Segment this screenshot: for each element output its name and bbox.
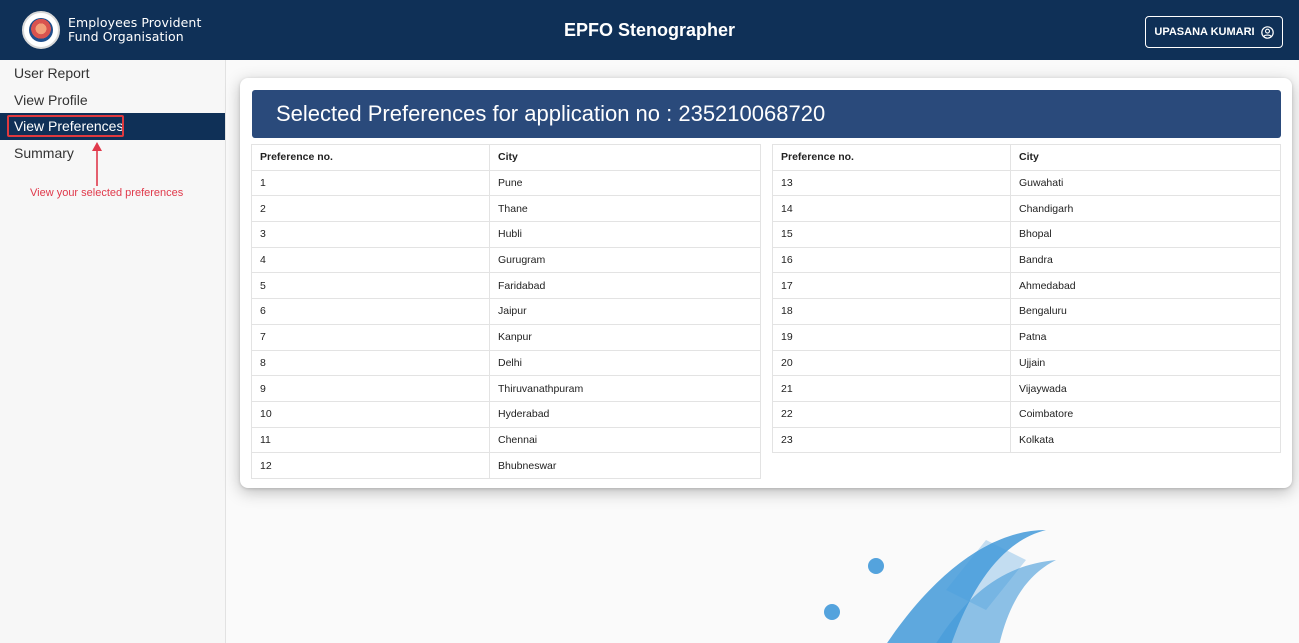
city-cell: Bhubneswar <box>489 452 761 479</box>
table-row: 1 Pune <box>251 169 761 197</box>
preference-no-cell: 13 <box>772 169 1011 197</box>
table-row: 8 Delhi <box>251 349 761 377</box>
city-cell: Hubli <box>489 221 761 248</box>
city-cell: Chandigarh <box>1010 195 1281 223</box>
preference-no-cell: 1 <box>251 169 490 197</box>
arrow-up-icon <box>92 142 102 186</box>
preference-no-cell: 8 <box>251 349 490 377</box>
org-name-line1: Employees Provident <box>68 15 202 30</box>
sidebar-item-view-profile[interactable]: View Profile <box>0 87 225 114</box>
table-row: 16 Bandra <box>772 246 1281 274</box>
table-row: 20 Ujjain <box>772 349 1281 377</box>
column-header-city: City <box>1010 144 1281 171</box>
preference-no-cell: 23 <box>772 426 1011 454</box>
city-cell: Thane <box>489 195 761 223</box>
table-row: 6 Jaipur <box>251 298 761 325</box>
city-cell: Guwahati <box>1010 169 1281 197</box>
table-row: 22 Coimbatore <box>772 400 1281 428</box>
city-cell: Jaipur <box>489 298 761 325</box>
preference-no-cell: 15 <box>772 221 1011 248</box>
column-header-preference-no: Preference no. <box>251 144 490 171</box>
preferences-table-right: Preference no. City 13 Guwahati 14 Chandig… <box>772 144 1281 454</box>
table-header-row: Preference no. City <box>772 144 1281 171</box>
org-name: Employees Provident Fund Organisation <box>68 16 201 44</box>
epfo-logo[interactable] <box>22 11 60 49</box>
preference-no-cell: 9 <box>251 375 490 402</box>
city-cell: Kolkata <box>1010 426 1281 454</box>
table-row: 14 Chandigarh <box>772 195 1281 223</box>
table-row: 9 Thiruvanathpuram <box>251 375 761 402</box>
preference-no-cell: 16 <box>772 246 1011 274</box>
preference-no-cell: 12 <box>251 452 490 479</box>
column-header-preference-no: Preference no. <box>772 144 1011 171</box>
city-cell: Delhi <box>489 349 761 377</box>
preference-no-cell: 3 <box>251 221 490 248</box>
preference-no-cell: 7 <box>251 323 490 351</box>
highlight-box <box>7 115 124 137</box>
preferences-card: Selected Preferences for application no … <box>240 78 1292 488</box>
main-content: Selected Preferences for application no … <box>226 60 1299 643</box>
table-row: 10 Hyderabad <box>251 400 761 428</box>
sidebar-item-summary[interactable]: Summary <box>0 140 225 167</box>
city-cell: Bandra <box>1010 246 1281 274</box>
table-header-row: Preference no. City <box>251 144 761 171</box>
sidebar-item-view-preferences[interactable]: View Preferences <box>0 113 225 140</box>
table-row: 5 Faridabad <box>251 272 761 300</box>
top-bar: Employees Provident Fund Organisation EP… <box>0 0 1299 60</box>
logo-emblem-icon <box>29 18 53 42</box>
table-row: 19 Patna <box>772 323 1281 351</box>
preference-no-cell: 2 <box>251 195 490 223</box>
city-cell: Vijaywada <box>1010 375 1281 402</box>
city-cell: Faridabad <box>489 272 761 300</box>
user-account-button[interactable]: UPASANA KUMARI <box>1145 16 1283 48</box>
table-row: 21 Vijaywada <box>772 375 1281 402</box>
user-circle-icon <box>1260 25 1274 39</box>
preference-no-cell: 18 <box>772 298 1011 325</box>
table-row: 23 Kolkata <box>772 426 1281 454</box>
table-row: 11 Chennai <box>251 426 761 454</box>
city-cell: Ahmedabad <box>1010 272 1281 300</box>
table-row: 18 Bengaluru <box>772 298 1281 325</box>
city-cell: Hyderabad <box>489 400 761 428</box>
preference-no-cell: 10 <box>251 400 490 428</box>
table-row: 2 Thane <box>251 195 761 223</box>
user-name-label: UPASANA KUMARI <box>1154 26 1255 38</box>
org-name-line2: Fund Organisation <box>68 29 184 44</box>
city-cell: Coimbatore <box>1010 400 1281 428</box>
preferences-table-left: Preference no. City 1 Pune 2 Thane 3 Hubli … <box>251 144 761 479</box>
column-header-city: City <box>489 144 761 171</box>
city-cell: Ujjain <box>1010 349 1281 377</box>
preference-no-cell: 14 <box>772 195 1011 223</box>
sidebar-item-user-report[interactable]: User Report <box>0 60 225 87</box>
table-row: 12 Bhubneswar <box>251 452 761 479</box>
preferences-heading: Selected Preferences for application no … <box>252 90 1281 138</box>
city-cell: Patna <box>1010 323 1281 351</box>
preference-no-cell: 20 <box>772 349 1011 377</box>
preference-no-cell: 6 <box>251 298 490 325</box>
city-cell: Bhopal <box>1010 221 1281 248</box>
city-cell: Bengaluru <box>1010 298 1281 325</box>
table-row: 3 Hubli <box>251 221 761 248</box>
preference-no-cell: 4 <box>251 246 490 274</box>
table-row: 17 Ahmedabad <box>772 272 1281 300</box>
city-cell: Pune <box>489 169 761 197</box>
table-row: 4 Gurugram <box>251 246 761 274</box>
table-row: 13 Guwahati <box>772 169 1281 197</box>
city-cell: Chennai <box>489 426 761 454</box>
preference-no-cell: 5 <box>251 272 490 300</box>
preference-no-cell: 11 <box>251 426 490 454</box>
preference-no-cell: 17 <box>772 272 1011 300</box>
annotation-hint: View your selected preferences <box>30 187 184 199</box>
preference-no-cell: 19 <box>772 323 1011 351</box>
preference-no-cell: 22 <box>772 400 1011 428</box>
sidebar: User Report View Profile View Preference… <box>0 60 226 643</box>
table-row: 7 Kanpur <box>251 323 761 351</box>
city-cell: Gurugram <box>489 246 761 274</box>
preference-no-cell: 21 <box>772 375 1011 402</box>
city-cell: Thiruvanathpuram <box>489 375 761 402</box>
city-cell: Kanpur <box>489 323 761 351</box>
table-row: 15 Bhopal <box>772 221 1281 248</box>
